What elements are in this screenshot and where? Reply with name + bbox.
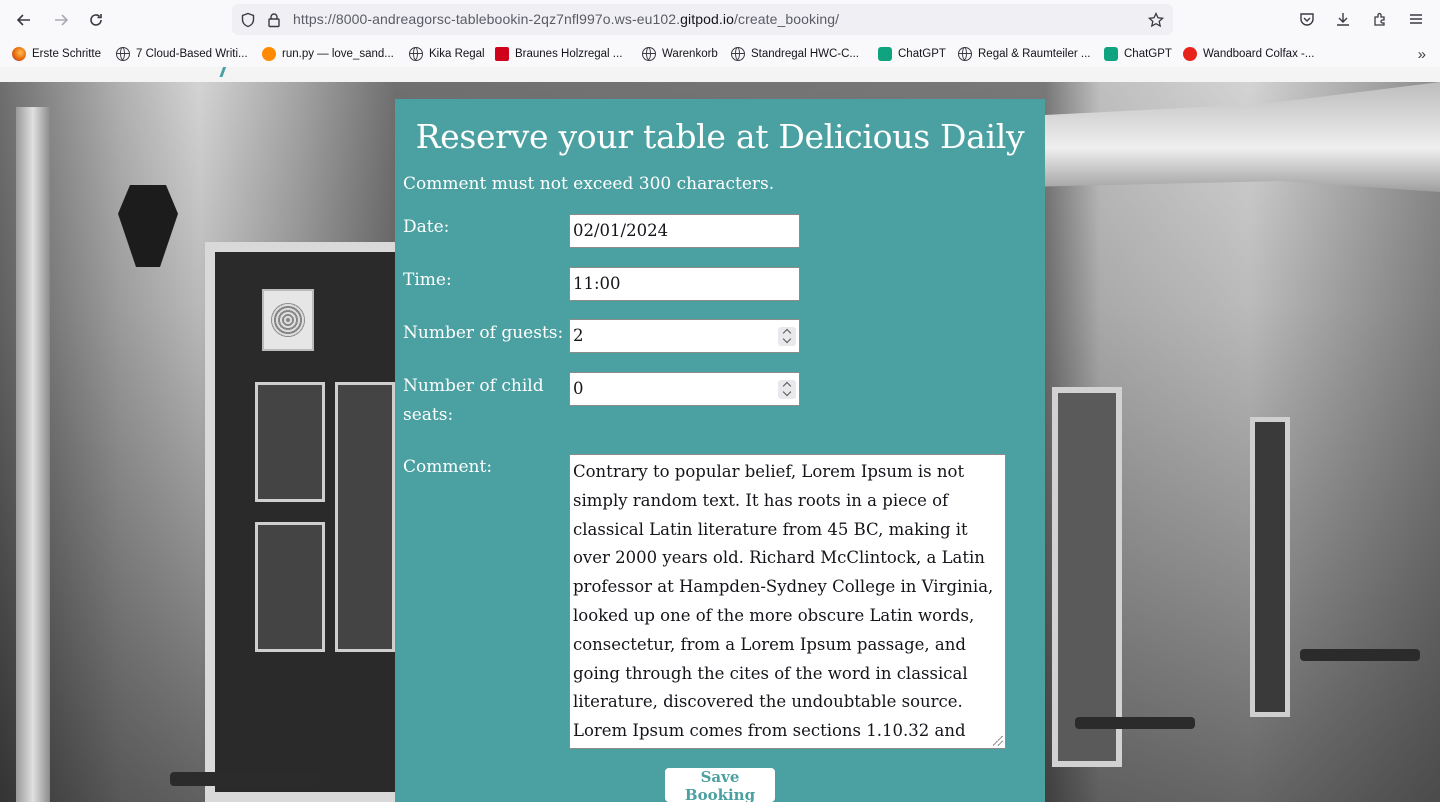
bookmark-item[interactable]: Regal & Raumteiler ... [958, 45, 1091, 63]
site-nav-strip [0, 67, 1440, 82]
bookmark-label: Erste Schritte [32, 48, 102, 60]
bookmark-label: Kika Regal [429, 48, 485, 60]
bookmark-label: Braunes Holzregal ... [515, 48, 623, 60]
bookmark-item[interactable]: 7 Cloud-Based Writi... [116, 45, 248, 63]
bookmark-item[interactable]: run.py — love_sand... [262, 45, 394, 63]
guests-input[interactable]: 2 [569, 319, 800, 353]
save-booking-button[interactable]: Save Booking [665, 768, 775, 802]
bookmark-item[interactable]: ChatGPT [878, 45, 946, 63]
pocket-icon[interactable] [1299, 11, 1315, 27]
more-bookmarks-icon[interactable]: » [1418, 46, 1426, 63]
24-icon [1183, 47, 1197, 61]
bookmark-item[interactable]: Erste Schritte [12, 45, 101, 63]
menu-icon[interactable] [1408, 11, 1424, 27]
child-seats-value: 0 [573, 379, 584, 398]
child-seats-input[interactable]: 0 [569, 372, 800, 406]
chatgpt-icon [878, 47, 892, 61]
page-title: Reserve your table at Delicious Daily [415, 117, 1025, 156]
gitpod-icon [262, 47, 276, 61]
child-seats-stepper[interactable] [778, 380, 796, 399]
comment-limit-note: Comment must not exceed 300 characters. [403, 174, 775, 194]
bookmark-item[interactable]: ChatGPT [1104, 45, 1172, 63]
child-seats-label: Number of child seats: [403, 376, 544, 425]
globe-icon [958, 47, 972, 61]
resize-grip-icon[interactable] [993, 736, 1003, 746]
date-input[interactable]: 02/01/2024 [569, 214, 800, 248]
star-icon[interactable] [1148, 12, 1164, 28]
bookmark-item[interactable]: Kika Regal [409, 45, 485, 63]
bookmark-label: Wandboard Colfax -... [1203, 48, 1315, 60]
shield-icon[interactable] [240, 12, 256, 28]
reload-icon[interactable] [84, 8, 108, 32]
bookmark-label: run.py — love_sand... [282, 48, 394, 60]
page-background: Reserve your table at Delicious Daily Co… [0, 67, 1440, 802]
background-window-right [1250, 417, 1290, 717]
url-text: https://8000-andreagorsc-tablebookin-2qz… [293, 11, 840, 27]
background-fan-icon [262, 289, 314, 351]
bookmark-label: 7 Cloud-Based Writi... [136, 48, 248, 60]
globe-icon [116, 47, 130, 61]
guests-value: 2 [573, 326, 584, 345]
background-table [1075, 717, 1195, 729]
bookmark-item[interactable]: Braunes Holzregal ... [495, 45, 622, 63]
bookmarks-bar: Erste Schritte 7 Cloud-Based Writi... ru… [0, 40, 1440, 67]
globe-icon [642, 47, 656, 61]
globe-icon [731, 47, 745, 61]
comment-label: Comment: [403, 457, 493, 477]
bookmark-label: Warenkorb [662, 48, 718, 60]
lock-icon[interactable] [266, 12, 282, 28]
bookmark-label: Standregal HWC-C... [751, 48, 860, 60]
bookmark-item[interactable]: Warenkorb [642, 45, 718, 63]
globe-icon [409, 47, 423, 61]
bookmark-label: Regal & Raumteiler ... [978, 48, 1091, 60]
forward-icon[interactable] [49, 8, 73, 32]
time-label: Time: [403, 270, 452, 290]
date-value: 02/01/2024 [573, 221, 669, 240]
bookmark-item[interactable]: Standregal HWC-C... [731, 45, 859, 63]
guests-label: Number of guests: [403, 323, 564, 343]
firefox-icon [12, 47, 26, 61]
time-input[interactable]: 11:00 [569, 267, 800, 301]
bookmark-item[interactable]: Wandboard Colfax -... [1183, 45, 1314, 63]
background-eave [1045, 82, 1440, 192]
extensions-icon[interactable] [1372, 11, 1388, 27]
logo-fragment-icon [219, 67, 237, 77]
booking-form-card: Reserve your table at Delicious Daily Co… [395, 99, 1045, 802]
bookmark-label: ChatGPT [898, 48, 946, 60]
bookmark-label: ChatGPT [1124, 48, 1172, 60]
url-bar[interactable]: https://8000-andreagorsc-tablebookin-2qz… [232, 4, 1173, 35]
comment-text: Contrary to popular belief, Lorem Ipsum … [573, 462, 994, 741]
date-label: Date: [403, 217, 450, 237]
background-door [1052, 387, 1122, 767]
browser-toolbar: https://8000-andreagorsc-tablebookin-2qz… [0, 0, 1440, 40]
k-icon [495, 47, 509, 61]
background-pole [16, 107, 50, 802]
background-lamp-icon [118, 185, 178, 267]
comment-textarea[interactable]: Contrary to popular belief, Lorem Ipsum … [569, 454, 1006, 749]
chatgpt-icon [1104, 47, 1118, 61]
download-icon[interactable] [1335, 11, 1351, 27]
guests-stepper[interactable] [778, 327, 796, 346]
background-table [1300, 649, 1420, 661]
time-value: 11:00 [573, 274, 621, 293]
background-table [170, 772, 320, 786]
back-icon[interactable] [12, 8, 36, 32]
